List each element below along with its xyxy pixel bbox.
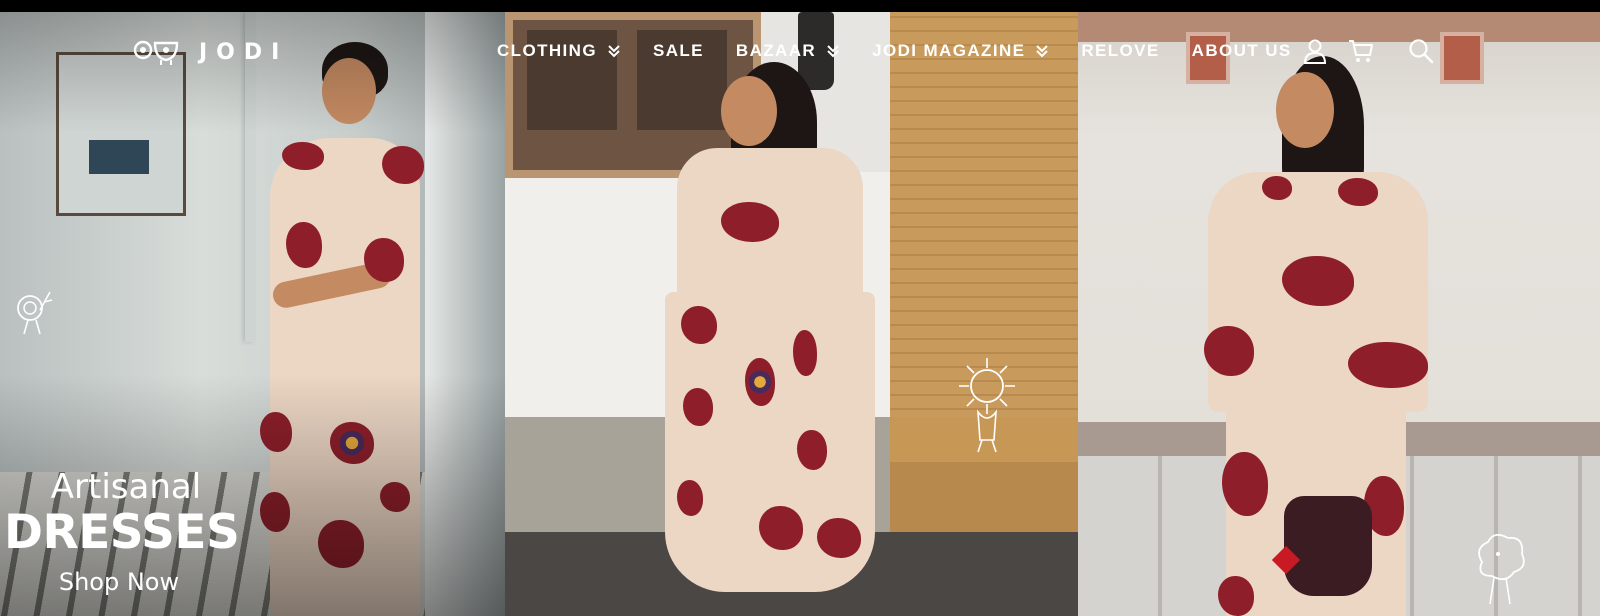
shop-now-link[interactable]: Shop Now	[59, 565, 179, 599]
nav-item-label: JODI MAGAZINE	[872, 41, 1026, 60]
nav-item-clothing[interactable]: CLOTHING	[497, 41, 621, 61]
brand-logo[interactable]: JODI	[133, 38, 288, 66]
promo-line-artisanal: Artisanal	[50, 467, 202, 507]
nav-item-label: CLOTHING	[497, 41, 597, 60]
model-three	[1178, 56, 1458, 616]
main-nav: CLOTHING SALE BAZAAR JODI MAGAZINE RELOV…	[497, 41, 1324, 61]
top-black-bar	[0, 0, 1600, 12]
brand-name: JODI	[199, 39, 289, 65]
nav-item-label: SALE	[652, 41, 704, 60]
cloud-character-doodle-icon	[1478, 533, 1525, 605]
double-chevron-down-icon	[608, 45, 620, 58]
jodi-logo-icon	[133, 40, 179, 65]
double-chevron-down-icon	[827, 45, 839, 58]
nav-item-label: BAZAAR	[735, 41, 817, 60]
nav-item-label: RELOVE	[1081, 41, 1160, 60]
nav-item-about-us[interactable]: ABOUT US	[1192, 41, 1292, 61]
hero-photo-right	[1078, 12, 1600, 616]
double-chevron-down-icon	[1036, 45, 1049, 58]
nav-item-bazaar[interactable]: BAZAAR	[736, 41, 840, 61]
nav-item-sale[interactable]: SALE	[653, 41, 704, 61]
nav-item-jodi-magazine[interactable]: JODI MAGAZINE	[872, 41, 1049, 61]
cart-icon[interactable]	[1348, 38, 1374, 64]
snail-doodle-icon	[17, 291, 53, 335]
promo-line-dresses: DRESSES	[4, 505, 240, 560]
header-actions	[1302, 38, 1434, 64]
user-icon[interactable]	[1302, 38, 1328, 64]
sun-character-doodle-icon	[959, 358, 1015, 453]
hero-photo-middle	[505, 12, 1078, 616]
hero-promo[interactable]: Artisanal DRESSES Shop Now	[4, 467, 240, 599]
nav-item-relove[interactable]: RELOVE	[1081, 41, 1159, 61]
model-two	[665, 62, 885, 616]
site-header: JODI CLOTHING SALE BAZAAR JODI MAGAZINE …	[0, 12, 1600, 92]
search-icon[interactable]	[1408, 38, 1434, 64]
nav-item-label: ABOUT US	[1191, 41, 1292, 60]
hero-banner[interactable]: Artisanal DRESSES Shop Now	[0, 12, 1600, 616]
